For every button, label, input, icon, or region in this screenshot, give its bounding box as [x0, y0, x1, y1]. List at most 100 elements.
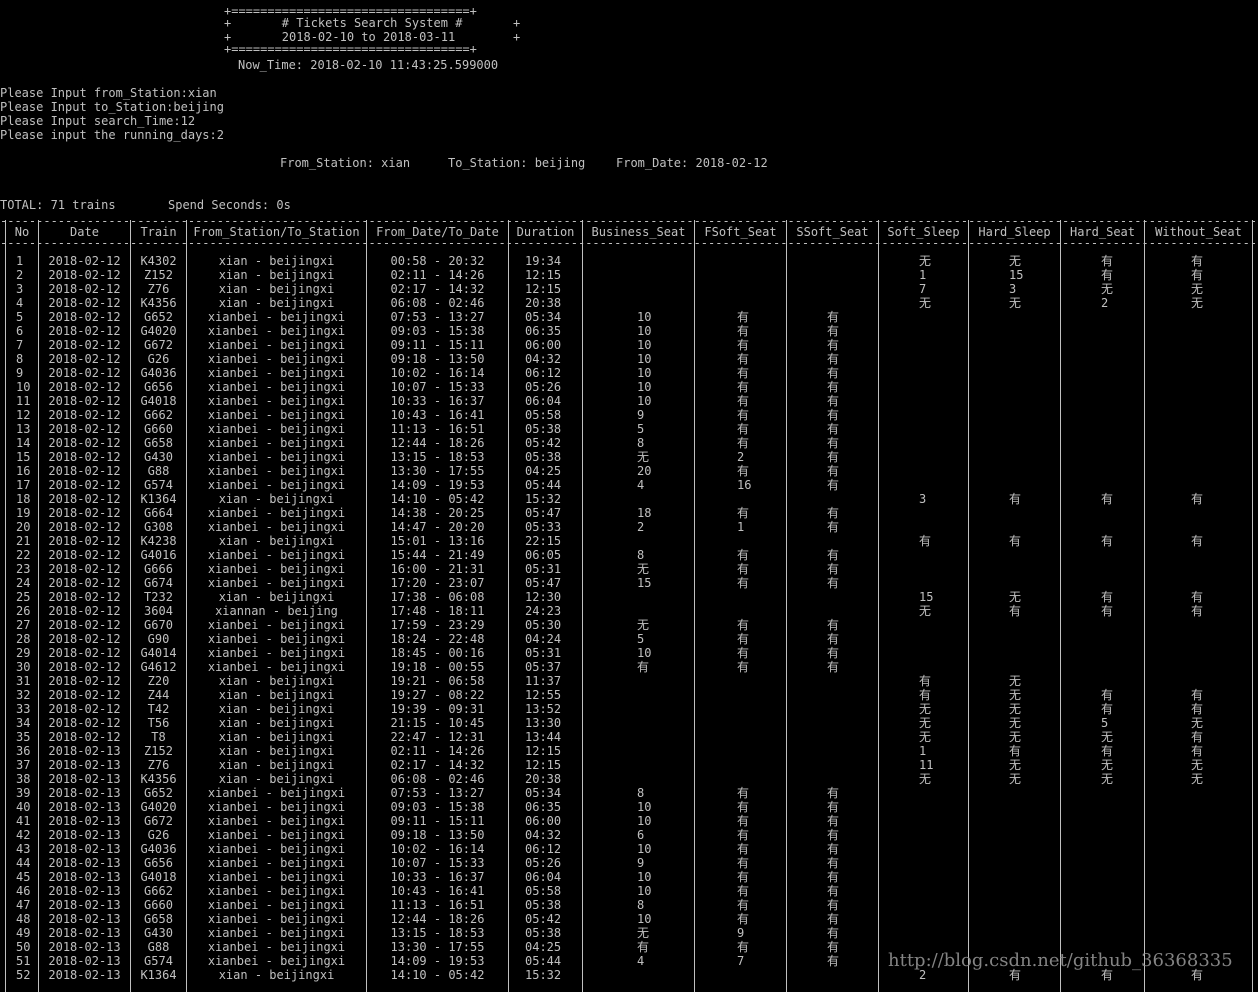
table-row: 25 2018-02-12 T232 xian - beijingxi 17:38 - …: [0, 590, 1258, 604]
table-cell: 10: [637, 352, 652, 366]
table-cell: 无: [1101, 282, 1114, 296]
table-cell: 1: [737, 520, 745, 534]
table-cell: 无: [1191, 772, 1204, 786]
table-cell: 24: [16, 576, 31, 590]
table-cell: 12:44 - 18:26: [390, 912, 485, 926]
table-row: 10 2018-02-12 G656 xianbei - beijingxi 10:07…: [0, 380, 1258, 394]
table-cell: xianbei - beijingxi: [207, 814, 346, 828]
table-cell: 46: [16, 884, 31, 898]
table-cell: 2018-02-12: [48, 436, 121, 450]
summary-to-station: To_Station: beijing: [448, 156, 586, 170]
table-cell: xianbei - beijingxi: [207, 800, 346, 814]
table-row: 24 2018-02-12 G674 xianbei - beijingxi 17:20…: [0, 576, 1258, 590]
table-cell: 02:11 - 14:26: [390, 744, 485, 758]
table-cell: 有: [827, 926, 840, 940]
table-row: 5 2018-02-12 G652 xianbei - beijingxi 07:53 …: [0, 310, 1258, 324]
table-cell: 10: [637, 380, 652, 394]
table-cell: xianbei - beijingxi: [207, 562, 346, 576]
table-cell: 无: [1009, 688, 1022, 702]
table-cell: 2018-02-12: [48, 646, 121, 660]
table-cell: 26: [16, 604, 31, 618]
table-cell: 05:26: [525, 856, 562, 870]
table-cell: G4020: [140, 800, 177, 814]
table-row: 41 2018-02-13 G672 xianbei - beijingxi 09:11…: [0, 814, 1258, 828]
table-cell: xianbei - beijingxi: [207, 450, 346, 464]
table-cell: 无: [637, 926, 650, 940]
table-cell: xian - beijingxi: [218, 702, 335, 716]
table-row: 19 2018-02-12 G664 xianbei - beijingxi 14:38…: [0, 506, 1258, 520]
table-cell: 20:38: [525, 296, 562, 310]
table-cell: 17:59 - 23:29: [390, 618, 485, 632]
table-cell: 无: [919, 772, 932, 786]
table-cell: 06:04: [525, 394, 562, 408]
table-cell: xian - beijingxi: [218, 534, 335, 548]
table-cell: 13:15 - 18:53: [390, 926, 485, 940]
table-cell: xianbei - beijingxi: [207, 926, 346, 940]
table-cell: K4302: [140, 254, 177, 268]
table-row: 29 2018-02-12 G4014 xianbei - beijingxi 18:4…: [0, 646, 1258, 660]
table-cell: 无: [919, 254, 932, 268]
table-row: 36 2018-02-13 Z152 xian - beijingxi 02:11 - …: [0, 744, 1258, 758]
table-cell: 05:44: [525, 478, 562, 492]
table-cell: K4356: [140, 296, 177, 310]
table-cell: 47: [16, 898, 31, 912]
table-cell: 11: [16, 394, 31, 408]
table-row: 45 2018-02-13 G4018 xianbei - beijingxi 10:3…: [0, 870, 1258, 884]
table-cell: G662: [144, 884, 173, 898]
table-cell: 2018-02-12: [48, 716, 121, 730]
table-cell: 10: [637, 394, 652, 408]
table-cell: 11:37: [525, 674, 562, 688]
table-cell: 00:58 - 20:32: [390, 254, 485, 268]
table-cell: 有: [1101, 268, 1114, 282]
table-cell: 2018-02-12: [48, 702, 121, 716]
table-cell: xianbei - beijingxi: [207, 478, 346, 492]
table-cell: 13:15 - 18:53: [390, 450, 485, 464]
table-cell: 21:15 - 10:45: [390, 716, 485, 730]
table-cell: 无: [919, 730, 932, 744]
table-cell: 2018-02-12: [48, 310, 121, 324]
table-cell: xian - beijingxi: [218, 758, 335, 772]
now-time: Now_Time: 2018-02-10 11:43:25.599000: [238, 58, 499, 72]
table-cell: 10: [637, 870, 652, 884]
table-cell: 无: [1009, 758, 1022, 772]
table-cell: 有: [737, 422, 750, 436]
table-cell: G656: [144, 380, 173, 394]
table-cell: 09:03 - 15:38: [390, 800, 485, 814]
table-cell: 2018-02-12: [48, 450, 121, 464]
table-cell: 8: [637, 436, 645, 450]
table-cell: G26: [147, 352, 170, 366]
table-cell: 05:37: [525, 660, 562, 674]
table-cell: 10:43 - 16:41: [390, 408, 485, 422]
table-cell: 10:43 - 16:41: [390, 884, 485, 898]
total-trains: TOTAL: 71 trains: [0, 198, 116, 212]
table-cell: G4612: [140, 660, 177, 674]
table-cell: xian - beijingxi: [218, 254, 335, 268]
column-header: Hard_Sleep: [978, 225, 1051, 239]
table-cell: 2018-02-12: [48, 618, 121, 632]
table-cell: 有: [827, 310, 840, 324]
table-cell: 27: [16, 618, 31, 632]
table-cell: 无: [1009, 702, 1022, 716]
table-cell: 23: [16, 562, 31, 576]
table-cell: xianbei - beijingxi: [207, 380, 346, 394]
table-cell: 28: [16, 632, 31, 646]
table-cell: xianbei - beijingxi: [207, 632, 346, 646]
table-cell: 有: [1101, 254, 1114, 268]
table-row: 28 2018-02-12 G90 xianbei - beijingxi 18:24 …: [0, 632, 1258, 646]
table-cell: 17:20 - 23:07: [390, 576, 485, 590]
table-cell: 16:00 - 21:31: [390, 562, 485, 576]
table-cell: 无: [1009, 254, 1022, 268]
table-cell: 有: [737, 898, 750, 912]
table-row: 2 2018-02-12 Z152 xian - beijingxi 02:11 - 1…: [0, 268, 1258, 282]
table-cell: 21: [16, 534, 31, 548]
table-cell: K4238: [140, 534, 177, 548]
table-cell: 有: [827, 520, 840, 534]
table-cell: 09:18 - 13:50: [390, 828, 485, 842]
table-cell: 06:00: [525, 814, 562, 828]
table-cell: xianbei - beijingxi: [207, 324, 346, 338]
table-cell: 33: [16, 702, 31, 716]
table-cell: xianbei - beijingxi: [207, 660, 346, 674]
table-cell: 06:05: [525, 548, 562, 562]
table-cell: 有: [737, 660, 750, 674]
table-cell: 有: [737, 884, 750, 898]
